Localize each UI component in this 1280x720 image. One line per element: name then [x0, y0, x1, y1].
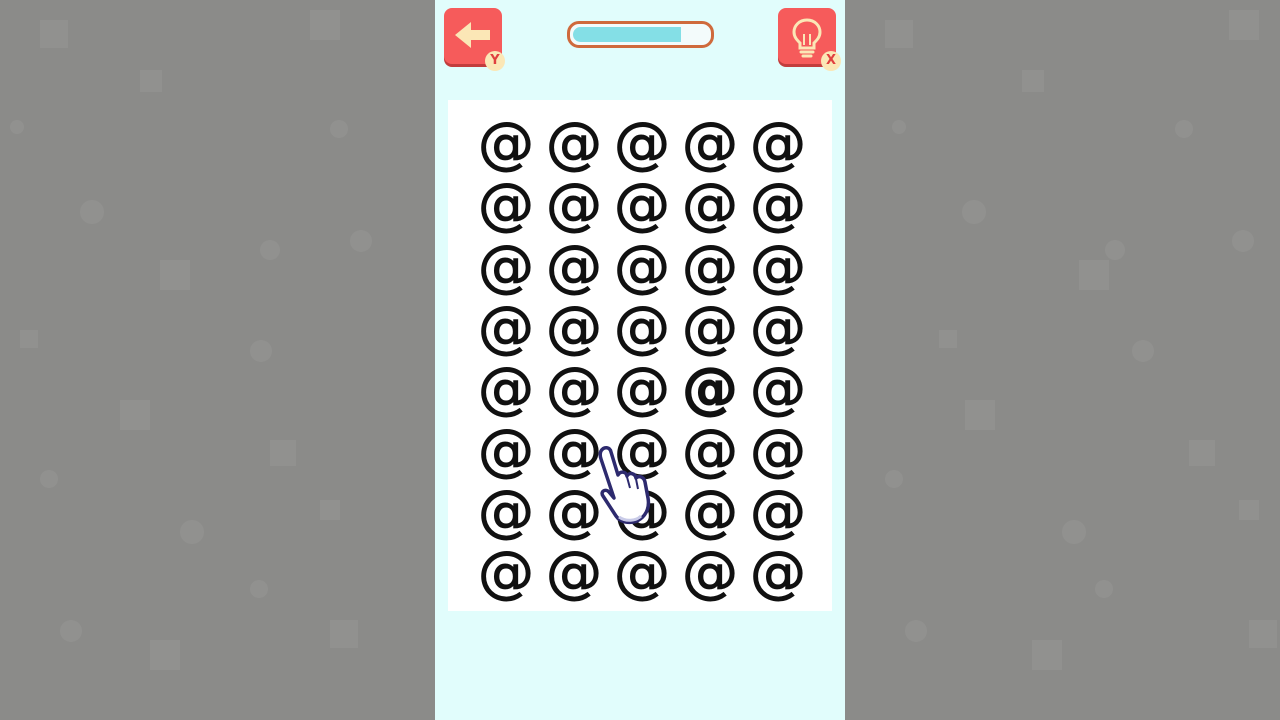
grid-cell[interactable]: @ [676, 358, 744, 420]
grid-cell[interactable]: @ [676, 174, 744, 236]
grid-cell[interactable]: @ [744, 113, 812, 175]
grid-cell[interactable]: @ [472, 236, 540, 298]
left-backdrop [0, 0, 435, 720]
backdrop-decoration [20, 330, 38, 348]
grid-cell[interactable]: @ [472, 481, 540, 543]
pointing-hand-icon [598, 446, 651, 525]
grid-cell[interactable]: @ [540, 358, 608, 420]
level-progress-bar [567, 21, 714, 48]
backdrop-decoration [180, 520, 204, 544]
grid-cell[interactable]: @ [540, 174, 608, 236]
backdrop-decoration [40, 470, 58, 488]
backdrop-decoration [10, 120, 24, 134]
grid-cell[interactable]: @ [744, 236, 812, 298]
backdrop-decoration [150, 640, 180, 670]
backdrop-decoration [140, 70, 162, 92]
backdrop-decoration [1232, 230, 1254, 252]
grid-cell[interactable]: @ [540, 542, 608, 604]
backdrop-decoration [40, 20, 68, 48]
back-button[interactable]: Y [444, 8, 505, 71]
grid-cell[interactable]: @ [472, 358, 540, 420]
backdrop-decoration [885, 20, 913, 48]
grid-cell[interactable]: @ [608, 174, 676, 236]
backdrop-decoration [120, 400, 150, 430]
backdrop-decoration [350, 230, 372, 252]
backdrop-decoration [160, 260, 190, 290]
backdrop-decoration [320, 500, 340, 520]
grid-cell[interactable]: @ [744, 542, 812, 604]
grid-cell[interactable]: @ [540, 297, 608, 359]
grid-cell[interactable]: @ [608, 297, 676, 359]
grid-cell[interactable]: @ [472, 542, 540, 604]
grid-cell[interactable]: @ [676, 481, 744, 543]
grid-cell[interactable]: @ [608, 236, 676, 298]
grid-cell[interactable]: @ [608, 542, 676, 604]
backdrop-decoration [892, 120, 906, 134]
backdrop-decoration [1239, 500, 1259, 520]
backdrop-decoration [1132, 340, 1154, 362]
backdrop-decoration [310, 10, 340, 40]
backdrop-decoration [330, 620, 358, 648]
back-button-badge: Y [485, 51, 505, 71]
grid-cell[interactable]: @ [472, 113, 540, 175]
backdrop-decoration [1022, 70, 1044, 92]
backdrop-decoration [1105, 240, 1125, 260]
grid-cell[interactable]: @ [608, 358, 676, 420]
backdrop-decoration [1249, 620, 1277, 648]
backdrop-decoration [60, 620, 82, 642]
level-progress-fill [573, 27, 681, 42]
backdrop-decoration [939, 330, 957, 348]
backdrop-decoration [250, 340, 272, 362]
backdrop-decoration [80, 200, 104, 224]
grid-cell[interactable]: @ [676, 297, 744, 359]
grid-cell[interactable]: @ [744, 358, 812, 420]
backdrop-decoration [270, 440, 296, 466]
backdrop-decoration [1175, 120, 1193, 138]
game-screen: Y X @ @ @ @ @ @ @ @ @ @ @ @ @ @ @ @ @ @ @ @ @ @ @ @ @ @ @ @ @ @ @ @ @ @ @ @… [435, 0, 845, 720]
grid-cell[interactable]: @ [608, 113, 676, 175]
backdrop-decoration [965, 400, 995, 430]
backdrop-decoration [905, 620, 927, 642]
grid-cell[interactable]: @ [744, 174, 812, 236]
grid-cell[interactable]: @ [472, 297, 540, 359]
backdrop-decoration [1189, 440, 1215, 466]
grid-cell[interactable]: @ [676, 542, 744, 604]
symbol-grid: @@@@@@@@@@@@@@@@@@@@@@@@@@@@@@@@@@@@@@@@ [448, 100, 832, 611]
backdrop-decoration [1095, 580, 1113, 598]
backdrop-decoration [260, 240, 280, 260]
grid-cell[interactable]: @ [472, 174, 540, 236]
backdrop-decoration [1229, 10, 1259, 40]
backdrop-decoration [330, 120, 348, 138]
backdrop-decoration [1062, 520, 1086, 544]
right-backdrop [845, 0, 1280, 720]
backdrop-decoration [250, 580, 268, 598]
backdrop-decoration [1079, 260, 1109, 290]
grid-cell[interactable]: @ [744, 297, 812, 359]
grid-cell[interactable]: @ [540, 113, 608, 175]
grid-cell[interactable]: @ [676, 420, 744, 482]
hint-button-badge: X [821, 51, 841, 71]
backdrop-decoration [1032, 640, 1062, 670]
backdrop-decoration [962, 200, 986, 224]
grid-cell[interactable]: @ [676, 113, 744, 175]
hint-button[interactable]: X [778, 8, 841, 71]
grid-cell[interactable]: @ [540, 236, 608, 298]
backdrop-decoration [885, 470, 903, 488]
puzzle-board: @@@@@@@@@@@@@@@@@@@@@@@@@@@@@@@@@@@@@@@@ [448, 100, 832, 611]
grid-cell[interactable]: @ [744, 420, 812, 482]
grid-cell[interactable]: @ [676, 236, 744, 298]
grid-cell[interactable]: @ [744, 481, 812, 543]
grid-cell[interactable]: @ [472, 420, 540, 482]
